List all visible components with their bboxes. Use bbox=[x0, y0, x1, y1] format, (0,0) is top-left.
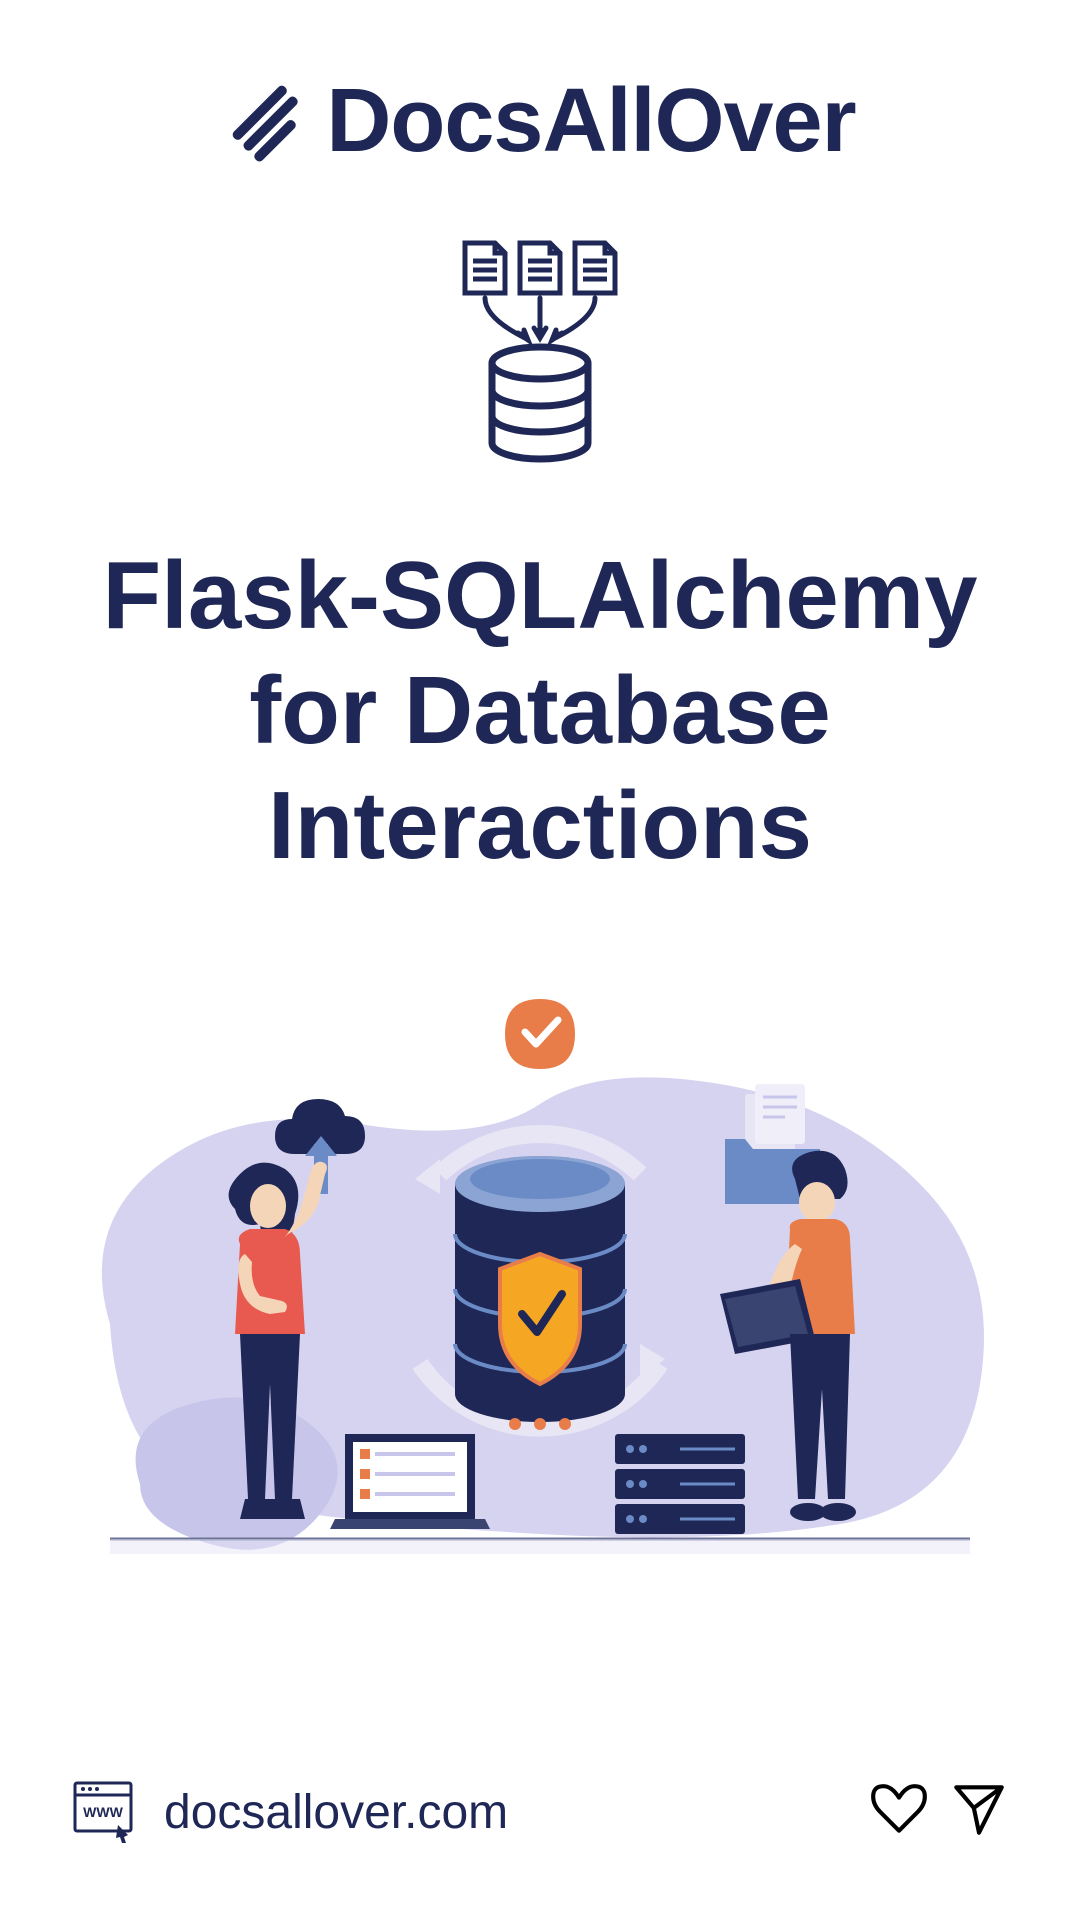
laptop-list-icon bbox=[330, 1434, 490, 1529]
footer: WWW docsallover.com bbox=[0, 1775, 1080, 1850]
website-url: docsallover.com bbox=[164, 1785, 508, 1840]
heart-icon[interactable] bbox=[868, 1779, 930, 1846]
page-title: Flask-SQLAlchemy for Database Interactio… bbox=[0, 538, 1080, 884]
central-database-icon bbox=[455, 1156, 625, 1430]
brand-logo: DocsAllOver bbox=[224, 70, 855, 173]
svg-text:WWW: WWW bbox=[83, 1804, 123, 1820]
database-illustration bbox=[60, 944, 1020, 1624]
send-icon[interactable] bbox=[948, 1779, 1010, 1846]
checkmark-pin-icon bbox=[505, 999, 575, 1089]
browser-www-icon: WWW bbox=[70, 1775, 140, 1850]
database-documents-icon bbox=[440, 238, 640, 468]
footer-right bbox=[868, 1779, 1010, 1846]
brand-name: DocsAllOver bbox=[326, 70, 855, 173]
server-rack-icon bbox=[615, 1434, 745, 1534]
brand-logo-icon bbox=[224, 77, 314, 167]
footer-left: WWW docsallover.com bbox=[70, 1775, 508, 1850]
